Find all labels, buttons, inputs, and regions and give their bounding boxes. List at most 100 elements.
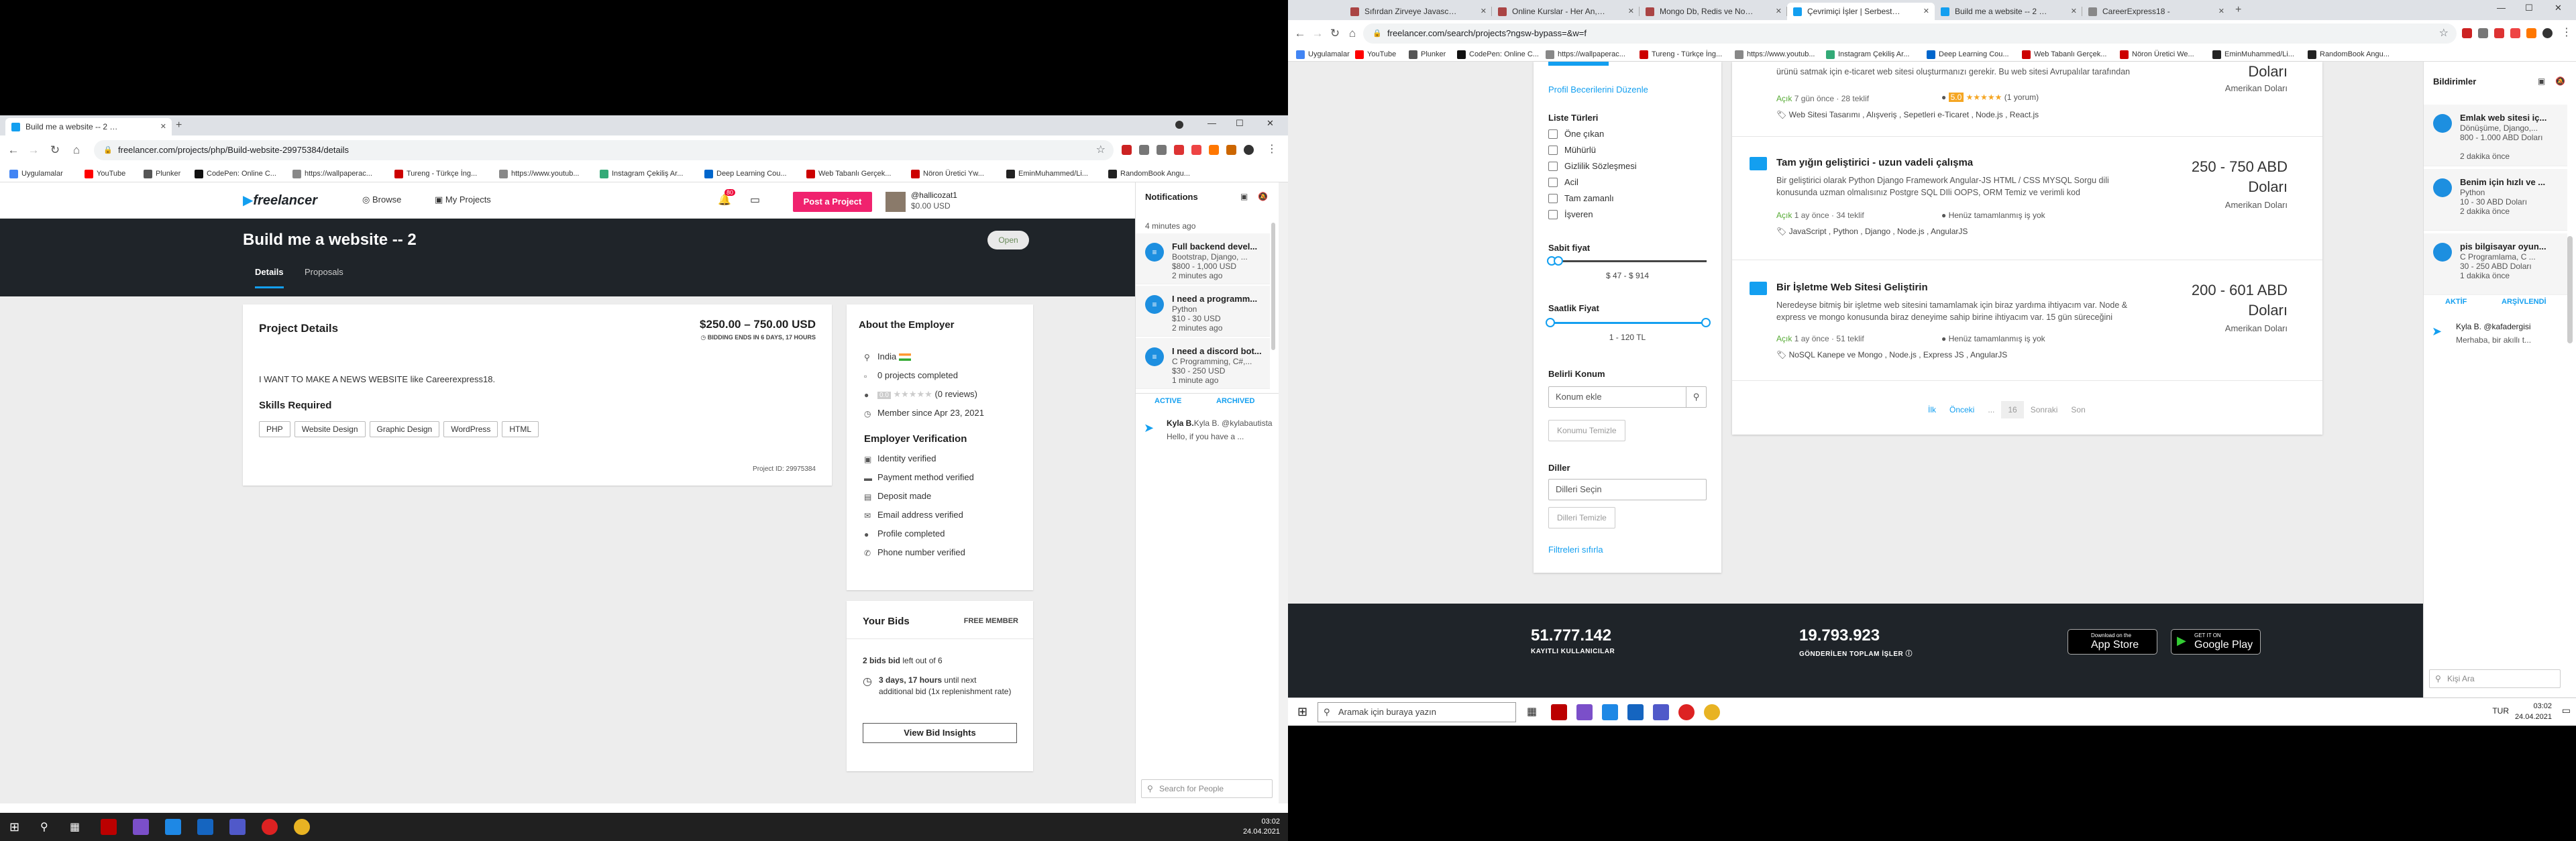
tab[interactable]: Online Kurslar - Her An, Her Yer...✕ bbox=[1492, 3, 1640, 20]
bookmark-item[interactable]: Plunker bbox=[144, 169, 180, 178]
my-projects-link[interactable]: ▣ My Projects bbox=[435, 194, 491, 205]
new-tab-icon[interactable]: + bbox=[176, 119, 182, 131]
chat-name[interactable]: Kyla B.Kyla B. @kylabautista bbox=[1167, 418, 1274, 428]
notification-item[interactable]: ≡ I need a discord bot... C Programming, C… bbox=[1136, 338, 1270, 389]
bookmark-item[interactable]: Tureng - Türkçe İng... bbox=[394, 169, 477, 178]
filter-featured[interactable]: Öne çıkan bbox=[1548, 129, 1604, 139]
slider-handle[interactable] bbox=[1554, 256, 1563, 266]
bookmark-item[interactable]: Plunker bbox=[1409, 50, 1446, 59]
close-tab-icon[interactable]: ✕ bbox=[1776, 3, 1782, 20]
location-pin-icon[interactable]: ⚲ bbox=[1686, 387, 1706, 407]
scrollbar[interactable] bbox=[1271, 223, 1275, 350]
back-icon[interactable]: ← bbox=[7, 144, 20, 157]
page-next[interactable]: Sonraki bbox=[2024, 401, 2065, 418]
tab-build-website[interactable]: Build me a website -- 2 | Freelancer ✕ bbox=[5, 118, 172, 135]
bookmark-item[interactable]: Deep Learning Cou... bbox=[704, 169, 787, 178]
search-people-input[interactable]: ⚲ Search for People bbox=[1141, 779, 1273, 798]
extension-icon[interactable] bbox=[1139, 145, 1149, 155]
job-title[interactable]: Bir İşletme Web Sitesi Geliştirin bbox=[1776, 282, 1928, 293]
minimize-icon[interactable]: — bbox=[1208, 118, 1216, 128]
close-tab-icon[interactable]: ✕ bbox=[1923, 3, 1929, 20]
job-result[interactable]: Tam yığın geliştirici - uzun vadeli çalı… bbox=[1732, 137, 2322, 260]
close-tab-icon[interactable]: ✕ bbox=[2071, 3, 2077, 20]
extension-icon[interactable] bbox=[1157, 145, 1167, 155]
opera-icon[interactable] bbox=[262, 819, 278, 835]
bookmark-item[interactable]: Tureng - Türkçe İng... bbox=[1640, 50, 1722, 59]
close-tab-icon[interactable]: ✕ bbox=[160, 118, 166, 135]
avatar[interactable] bbox=[2542, 28, 2553, 38]
reload-icon[interactable]: ↻ bbox=[1328, 27, 1342, 40]
bookmark-item[interactable]: https://www.youtub... bbox=[1735, 50, 1815, 59]
extension-icon[interactable] bbox=[1174, 145, 1184, 155]
visual-studio-icon[interactable] bbox=[133, 819, 149, 835]
url-bar[interactable]: 🔒 freelancer.com/projects/php/Build-webs… bbox=[94, 140, 1114, 160]
bookmark-item[interactable]: CodePen: Online C... bbox=[195, 169, 276, 178]
search-icon[interactable]: ⚲ bbox=[40, 820, 48, 834]
job-result[interactable]: Bir İşletme Web Sitesi Geliştirin Nerede… bbox=[1732, 260, 2322, 381]
notification-center-icon[interactable]: ▭ bbox=[2562, 705, 2571, 716]
bookmark-item[interactable]: Instagram Çekiliş Ar... bbox=[1826, 50, 1909, 59]
chrome-icon[interactable] bbox=[1704, 704, 1720, 720]
browse-link[interactable]: ◎ Browse bbox=[362, 194, 401, 205]
maximize-icon[interactable]: ☐ bbox=[2525, 3, 2533, 13]
page-last[interactable]: Son bbox=[2064, 401, 2092, 418]
bookmark-item[interactable]: EminMuhammed/Li... bbox=[1006, 169, 1088, 178]
minimize-icon[interactable]: — bbox=[2497, 3, 2506, 13]
vscode-icon[interactable] bbox=[165, 819, 181, 835]
bookmark-item[interactable]: https://www.youtub... bbox=[499, 169, 580, 178]
clear-languages-button[interactable]: Dilleri Temizle bbox=[1548, 507, 1615, 528]
tab-active[interactable]: Çevrimiçi İşler | Serbest Çalışma...✕ bbox=[1787, 3, 1935, 20]
new-tab-icon[interactable]: + bbox=[2235, 4, 2241, 16]
extension-icon[interactable] bbox=[1209, 145, 1219, 155]
page-prev[interactable]: Önceki bbox=[1943, 401, 1981, 418]
location-input[interactable]: Konum ekle ⚲ bbox=[1548, 386, 1707, 408]
close-window-icon[interactable]: ✕ bbox=[1267, 118, 1274, 129]
notification-item[interactable]: ≡ Full backend devel... Bootstrap, Django,… bbox=[1136, 233, 1270, 284]
bookmark-item[interactable]: Instagram Çekiliş Ar... bbox=[600, 169, 683, 178]
close-tab-icon[interactable]: ✕ bbox=[2218, 3, 2224, 20]
filter-nda[interactable]: Gizlilik Sözleşmesi bbox=[1548, 161, 1637, 172]
apply-button[interactable] bbox=[1548, 62, 1609, 66]
home-icon[interactable]: ⌂ bbox=[70, 144, 83, 157]
bookmark-item[interactable]: RandomBook Angu... bbox=[2308, 50, 2390, 59]
forward-icon[interactable]: → bbox=[1311, 27, 1324, 40]
taskbar-search-input[interactable]: ⚲ Aramak için buraya yazın bbox=[1318, 702, 1516, 722]
close-tab-icon[interactable]: ✕ bbox=[1481, 3, 1487, 20]
notification-item[interactable]: Emlak web sitesi iç... Dönüşüme, Django,.… bbox=[2424, 105, 2567, 166]
post-project-button[interactable]: Post a Project bbox=[793, 192, 872, 212]
page-first[interactable]: İlk bbox=[1921, 401, 1943, 418]
tab-active[interactable]: ACTIVE bbox=[1155, 397, 1181, 405]
app-store-button[interactable]: Download on the App Store bbox=[2068, 629, 2157, 655]
clock[interactable]: 03:02 24.04.2021 bbox=[1243, 817, 1280, 837]
clear-location-button[interactable]: Konumu Temizle bbox=[1548, 420, 1625, 441]
opera-icon[interactable] bbox=[1678, 704, 1695, 720]
vscode-icon[interactable] bbox=[1602, 704, 1618, 720]
app-icon[interactable] bbox=[101, 819, 117, 835]
slider-handle[interactable] bbox=[1546, 318, 1555, 327]
filter-fulltime[interactable]: Tam zamanlı bbox=[1548, 193, 1614, 204]
url-bar[interactable]: 🔒 freelancer.com/search/projects?ngsw-byp… bbox=[1363, 23, 2457, 44]
reset-filters-link[interactable]: Filtreleri sıfırla bbox=[1548, 545, 1603, 555]
clock[interactable]: 03:02 24.04.2021 bbox=[2515, 701, 2552, 722]
bookmark-item[interactable]: YouTube bbox=[85, 169, 125, 178]
search-people-input[interactable]: ⚲ Kişi Ara bbox=[2429, 669, 2561, 688]
skill-tag[interactable]: Website Design bbox=[294, 421, 366, 437]
notification-item[interactable]: ≡ I need a programm... Python $10 - 30 USD 2… bbox=[1136, 286, 1270, 337]
view-bid-insights-button[interactable]: View Bid Insights bbox=[863, 723, 1017, 743]
app-icon[interactable] bbox=[197, 819, 213, 835]
avatar[interactable] bbox=[1244, 145, 1254, 155]
scrollbar[interactable] bbox=[2567, 236, 2573, 343]
tab[interactable]: Build me a website -- 2 | Freela...✕ bbox=[1935, 3, 2082, 20]
hourly-price-slider[interactable] bbox=[1548, 322, 1707, 324]
extension-icon[interactable] bbox=[2494, 28, 2504, 38]
username[interactable]: @hallicozat1 bbox=[911, 190, 957, 200]
edit-skills-link[interactable]: Profil Becerilerini Düzenle bbox=[1548, 85, 1648, 95]
tab-archived[interactable]: ARCHIVED bbox=[1216, 397, 1254, 405]
skill-tag[interactable]: PHP bbox=[259, 421, 290, 437]
menu-dots-icon[interactable]: ⋮ bbox=[1267, 142, 1277, 156]
job-result[interactable]: ürünü satmak için e-ticaret web sitesi o… bbox=[1732, 62, 2322, 137]
bookmark-item[interactable]: Uygulamalar bbox=[1296, 50, 1350, 59]
bookmark-item[interactable]: https://wallpaperac... bbox=[1546, 50, 1625, 59]
teams-icon[interactable] bbox=[229, 819, 246, 835]
bookmark-item[interactable]: Uygulamalar bbox=[9, 169, 63, 178]
